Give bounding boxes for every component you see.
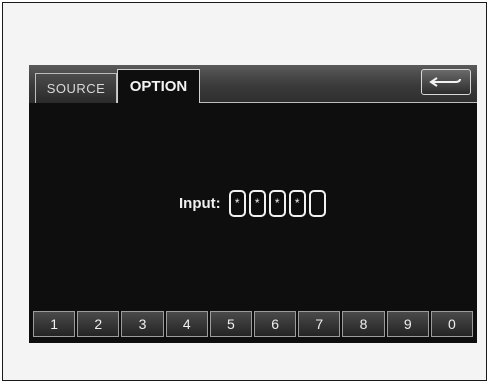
digit-box: *: [248, 189, 266, 217]
digit-box: *: [268, 189, 286, 217]
digit-box: *: [288, 189, 306, 217]
key-0[interactable]: 0: [430, 311, 474, 337]
key-5[interactable]: 5: [209, 311, 253, 337]
key-2[interactable]: 2: [77, 311, 120, 337]
numeric-keypad: 1 2 3 4 5 6 7 8 9 0: [33, 311, 474, 337]
tab-option[interactable]: OPTION: [117, 69, 200, 103]
digit-box-empty: [308, 189, 326, 217]
tab-underline: [200, 102, 477, 103]
tab-option-label: OPTION: [129, 78, 188, 95]
back-arrow-icon: [429, 77, 461, 87]
key-8[interactable]: 8: [342, 311, 385, 337]
tab-source[interactable]: SOURCE: [35, 73, 117, 103]
manual-illustration-frame: SOURCE OPTION Input: * * * * 1 2 3 4 5 6…: [2, 2, 487, 381]
back-button[interactable]: [421, 69, 471, 95]
key-9[interactable]: 9: [386, 311, 429, 337]
input-label: Input:: [179, 194, 221, 212]
tab-source-label: SOURCE: [46, 81, 106, 96]
passcode-input-row: Input: * * * *: [179, 187, 329, 219]
key-4[interactable]: 4: [165, 311, 208, 337]
key-7[interactable]: 7: [298, 311, 341, 337]
display-screen: SOURCE OPTION Input: * * * * 1 2 3 4 5 6…: [29, 65, 477, 343]
key-1[interactable]: 1: [33, 311, 76, 337]
key-3[interactable]: 3: [121, 311, 164, 337]
tab-bar: SOURCE OPTION: [29, 65, 477, 103]
key-6[interactable]: 6: [254, 311, 297, 337]
digit-box: *: [228, 189, 246, 217]
